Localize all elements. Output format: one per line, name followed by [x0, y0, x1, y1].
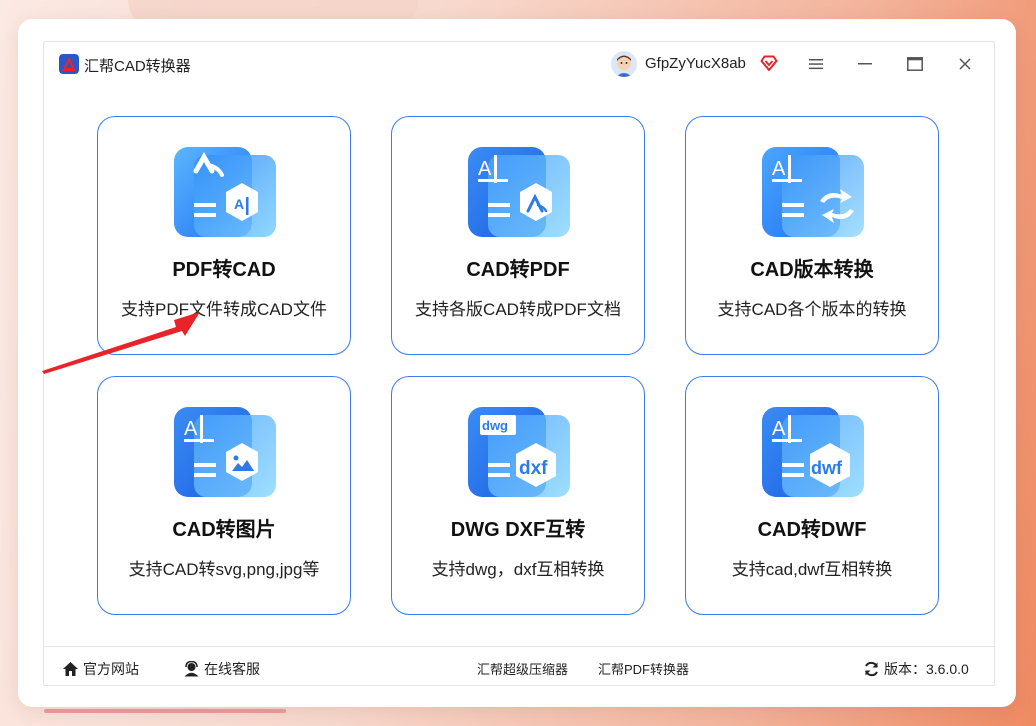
user-avatar[interactable]	[611, 51, 637, 77]
card-description: 支持cad,dwf互相转换	[731, 560, 893, 579]
online-service-link[interactable]: 在线客服	[183, 659, 260, 679]
svg-text:A: A	[184, 418, 198, 440]
card-cad-to-pdf[interactable]: A CAD转PDF 支持各版CAD转成PDF文档	[391, 116, 645, 355]
title-bar[interactable]: 汇帮CAD转换器 GfpZyYucX8ab	[44, 42, 994, 88]
card-description: 支持CAD各个版本的转换	[717, 300, 907, 319]
annotation-arrow-icon	[42, 312, 200, 374]
card-title: PDF转CAD	[172, 259, 276, 281]
home-icon	[63, 662, 78, 676]
app-title: 汇帮CAD转换器	[84, 58, 191, 75]
minimize-icon	[858, 63, 872, 65]
svg-text:A: A	[478, 158, 492, 180]
pdf-converter-label: 汇帮PDF转换器	[598, 662, 690, 677]
online-service-label: 在线客服	[204, 661, 260, 677]
dwg-dxf-convert-icon: dwg dxf	[468, 407, 570, 497]
maximize-icon	[907, 57, 923, 71]
pdf-to-cad-icon: A	[174, 147, 276, 237]
pdf-converter-link[interactable]: 汇帮PDF转换器	[598, 659, 689, 678]
card-description: 支持各版CAD转成PDF文档	[415, 300, 621, 319]
card-title: CAD转图片	[172, 519, 276, 541]
cad-to-image-icon: A	[174, 407, 276, 497]
official-website-label: 官方网站	[83, 661, 139, 677]
cad-to-dwf-icon: A dwf	[762, 407, 864, 497]
footer-bar: 官方网站 在线客服 汇帮超级压缩器 汇帮PDF转换器 版本：3.6.0.0	[44, 646, 994, 686]
cad-version-convert-icon: A	[762, 147, 864, 237]
minimize-button[interactable]	[855, 54, 875, 74]
dxf-label: dxf	[519, 458, 548, 479]
customer-service-icon	[184, 661, 199, 677]
svg-text:A: A	[772, 158, 786, 180]
card-dwg-dxf-convert[interactable]: dwg dxf DWG DXF互转 支持dwg，dxf互相转换	[391, 376, 645, 615]
background-decoration-line	[44, 709, 286, 713]
card-description: 支持dwg，dxf互相转换	[431, 560, 605, 579]
compressor-link[interactable]: 汇帮超级压缩器	[477, 659, 568, 678]
card-cad-version-convert[interactable]: A CAD版本转换 支持CAD各个版本的转换	[685, 116, 939, 355]
username[interactable]: GfpZyYucX8ab	[645, 55, 746, 72]
version-info[interactable]: 版本：3.6.0.0	[863, 659, 969, 679]
version-label: 版本：3.6.0.0	[884, 661, 969, 677]
refresh-icon	[865, 661, 878, 677]
card-description: 支持CAD转svg,png,jpg等	[128, 560, 320, 579]
maximize-button[interactable]	[905, 54, 925, 74]
svg-text:A: A	[772, 418, 786, 440]
close-icon	[959, 58, 971, 70]
compressor-label: 汇帮超级压缩器	[477, 662, 569, 677]
cad-to-pdf-icon: A	[468, 147, 570, 237]
card-title: DWG DXF互转	[450, 519, 586, 541]
vip-diamond-icon[interactable]	[760, 54, 778, 72]
close-button[interactable]	[955, 54, 975, 74]
dwf-label: dwf	[811, 458, 843, 478]
card-title: CAD转DWF	[757, 519, 867, 541]
official-website-link[interactable]: 官方网站	[62, 659, 139, 679]
app-logo-icon	[59, 54, 79, 74]
avatar-face-icon	[611, 51, 637, 77]
card-title: CAD版本转换	[750, 259, 874, 281]
card-title: CAD转PDF	[466, 259, 570, 281]
card-cad-to-dwf[interactable]: A dwf CAD转DWF 支持cad,dwf互相转换	[685, 376, 939, 615]
menu-button[interactable]	[806, 54, 826, 74]
card-cad-to-image[interactable]: A CAD转图片 支持CAD转svg,png,jpg等	[97, 376, 351, 615]
hamburger-icon	[809, 59, 823, 70]
dwg-label: dwg	[482, 418, 508, 433]
svg-text:A: A	[234, 196, 244, 212]
